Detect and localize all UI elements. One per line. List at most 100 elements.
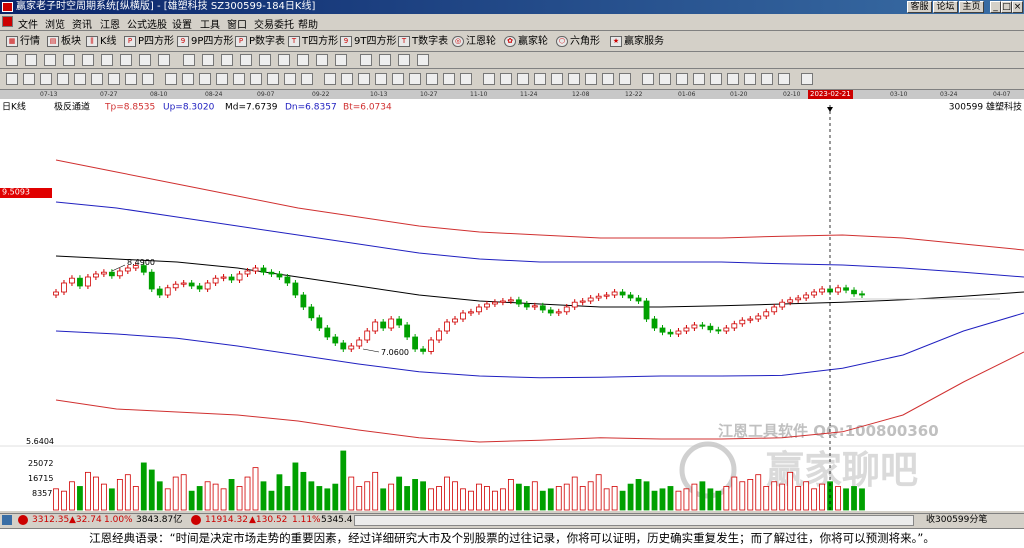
tb-kline-button[interactable]: ⫼ K线 (86, 34, 117, 49)
tool-icon[interactable] (602, 73, 614, 85)
tool-icon[interactable] (568, 73, 580, 85)
tool-icon[interactable] (142, 73, 154, 85)
close-button[interactable]: × (1012, 1, 1023, 13)
tool-icon[interactable] (101, 54, 113, 66)
tool-icon[interactable] (392, 73, 404, 85)
tb-t-table-button[interactable]: T T数字表 (398, 34, 448, 49)
tool-icon[interactable] (551, 73, 563, 85)
tool-icon[interactable] (727, 73, 739, 85)
tool-icon[interactable] (744, 73, 756, 85)
tool-icon[interactable] (316, 54, 328, 66)
tool-icon[interactable] (267, 73, 279, 85)
tool-icon[interactable] (202, 54, 214, 66)
tb-9t-square-button[interactable]: 9 9T四方形 (340, 34, 396, 49)
menu-formula[interactable]: 公式选股 (127, 16, 167, 31)
tool-icon[interactable] (6, 54, 18, 66)
tb-t-square-button[interactable]: T T四方形 (288, 34, 338, 49)
tool-icon[interactable] (693, 73, 705, 85)
tool-icon[interactable] (25, 54, 37, 66)
tool-icon[interactable] (278, 54, 290, 66)
menu-info[interactable]: 资讯 (72, 16, 92, 31)
tool-icon[interactable] (676, 73, 688, 85)
tool-icon[interactable] (183, 54, 195, 66)
tool-icon[interactable] (517, 73, 529, 85)
tool-icon[interactable] (778, 73, 790, 85)
app-menu-icon[interactable] (2, 16, 13, 27)
tool-icon[interactable] (82, 54, 94, 66)
tool-icon[interactable] (250, 73, 262, 85)
menu-gann[interactable]: 江恩 (100, 16, 120, 31)
tool-icon[interactable] (761, 73, 773, 85)
tool-icon[interactable] (158, 54, 170, 66)
tool-icon[interactable] (40, 73, 52, 85)
minimize-button[interactable]: _ (990, 1, 1001, 13)
maximize-button[interactable]: □ (1001, 1, 1012, 13)
tool-icon[interactable] (379, 54, 391, 66)
tool-icon[interactable] (659, 73, 671, 85)
tb-p-square-button[interactable]: P P四方形 (124, 34, 174, 49)
tool-icon[interactable] (125, 73, 137, 85)
tool-icon[interactable] (710, 73, 722, 85)
tool-icon[interactable] (443, 73, 455, 85)
tool-icon[interactable] (74, 73, 86, 85)
horizontal-scrollbar[interactable] (354, 515, 914, 526)
tool-icon[interactable] (642, 73, 654, 85)
tool-icon[interactable] (120, 54, 132, 66)
tool-icon[interactable] (375, 73, 387, 85)
tool-icon[interactable] (259, 54, 271, 66)
home-button[interactable]: 主页 (959, 1, 984, 13)
menu-window[interactable]: 窗口 (227, 16, 247, 31)
tool-icon[interactable] (426, 73, 438, 85)
tool-icon[interactable] (233, 73, 245, 85)
tb-9p-square-button[interactable]: 9 9P四方形 (177, 34, 233, 49)
tool-icon[interactable] (341, 73, 353, 85)
tool-icon[interactable] (358, 73, 370, 85)
tool-icon[interactable] (500, 73, 512, 85)
support-button[interactable]: 客服 (907, 1, 932, 13)
kline-chart[interactable]: 江恩工具软件 QQ:100800360 赢家聊吧 日K线 极反通道 Tp=8.8… (0, 99, 1024, 511)
tool-icon[interactable] (417, 54, 429, 66)
status-icon[interactable] (2, 515, 12, 525)
tb-hexagon-button[interactable]: ⬡ 六角形 (556, 34, 600, 49)
tool-icon[interactable] (335, 54, 347, 66)
tb-gann-wheel-button[interactable]: ◎ 江恩轮 (452, 34, 496, 49)
tool-icon[interactable] (460, 73, 472, 85)
tb-p-table-button[interactable]: P P数字表 (235, 34, 285, 49)
tool-icon[interactable] (57, 73, 69, 85)
tool-icon[interactable] (360, 54, 372, 66)
menu-settings[interactable]: 设置 (172, 16, 192, 31)
menu-tools[interactable]: 工具 (200, 16, 220, 31)
tool-icon[interactable] (199, 73, 211, 85)
tb-blocks-button[interactable]: ▤ 板块 (47, 34, 81, 49)
tool-icon[interactable] (240, 54, 252, 66)
tool-icon[interactable] (108, 73, 120, 85)
tool-icon[interactable] (221, 54, 233, 66)
tool-icon[interactable] (63, 54, 75, 66)
menu-browse[interactable]: 浏览 (45, 16, 65, 31)
tool-icon[interactable] (801, 73, 813, 85)
menu-help[interactable]: 帮助 (298, 16, 318, 31)
tb-quotes-button[interactable]: ▦ 行情 (6, 34, 40, 49)
tool-icon[interactable] (301, 73, 313, 85)
tool-icon[interactable] (216, 73, 228, 85)
tool-icon[interactable] (324, 73, 336, 85)
tb-service-button[interactable]: ★ 赢家服务 (610, 34, 664, 49)
tool-icon[interactable] (23, 73, 35, 85)
tool-icon[interactable] (182, 73, 194, 85)
tool-icon[interactable] (284, 73, 296, 85)
tool-icon[interactable] (297, 54, 309, 66)
tool-icon[interactable] (483, 73, 495, 85)
tool-icon[interactable] (619, 73, 631, 85)
tb-winner-wheel-button[interactable]: ✿ 赢家轮 (504, 34, 548, 49)
tool-icon[interactable] (165, 73, 177, 85)
menu-trade[interactable]: 交易委托 (254, 16, 294, 31)
tool-icon[interactable] (139, 54, 151, 66)
tool-icon[interactable] (409, 73, 421, 85)
tool-icon[interactable] (91, 73, 103, 85)
menu-file[interactable]: 文件 (18, 16, 38, 31)
tool-icon[interactable] (44, 54, 56, 66)
forum-button[interactable]: 论坛 (933, 1, 958, 13)
tool-icon[interactable] (534, 73, 546, 85)
tool-icon[interactable] (6, 73, 18, 85)
tool-icon[interactable] (585, 73, 597, 85)
